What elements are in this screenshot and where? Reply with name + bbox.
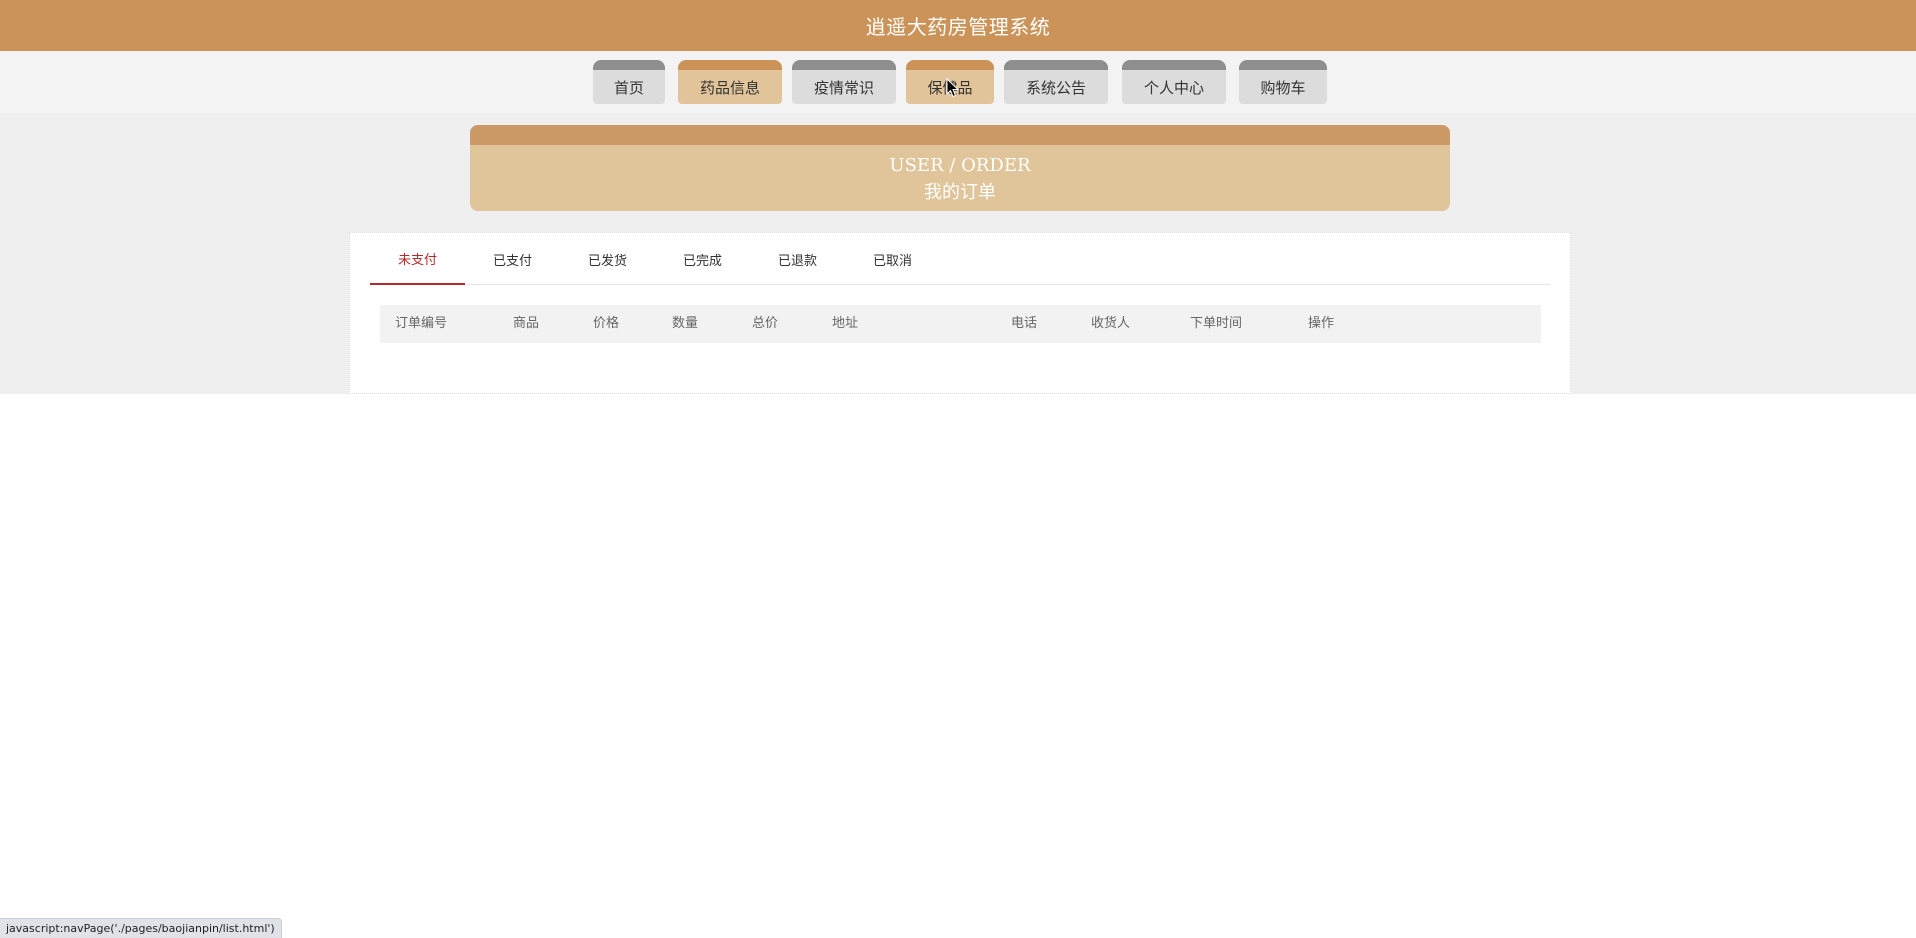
app-window: 逍遥大药房管理系统 首页 药品信息 疫情常识 保健品 系统公告 个人中心 购物车… (0, 0, 1916, 938)
column-header: 商品 (513, 316, 540, 331)
column-header: 操作 (1308, 316, 1335, 331)
column-header: 价格 (593, 316, 620, 331)
column-header: 收货人 (1091, 316, 1131, 331)
column-header: 总价 (752, 316, 779, 331)
orders-table-header: 订单编号 商品 价格 数量 总价 地址 电话 收货人 下单时间 操作 (380, 305, 1541, 343)
nav-item-home[interactable]: 首页 (593, 60, 665, 104)
tab-paid[interactable]: 已支付 (465, 233, 560, 285)
page-banner: USER / ORDER 我的订单 (470, 125, 1450, 211)
main-nav: 首页 药品信息 疫情常识 保健品 系统公告 个人中心 购物车 (0, 51, 1916, 113)
top-header: 逍遥大药房管理系统 (0, 0, 1916, 51)
nav-item-health-products[interactable]: 保健品 (906, 60, 994, 104)
nav-item-announcements[interactable]: 系统公告 (1004, 60, 1108, 104)
column-header: 电话 (1011, 316, 1038, 331)
tab-cancelled[interactable]: 已取消 (845, 233, 940, 285)
app-title: 逍遥大药房管理系统 (865, 15, 1051, 39)
orders-panel: 未支付 已支付 已发货 已完成 已退款 已取消 订单编号 商品 价格 数量 总价… (349, 232, 1571, 394)
banner-title-en: USER / ORDER (889, 155, 1031, 176)
column-header: 数量 (672, 316, 699, 331)
nav-item-medicine[interactable]: 药品信息 (678, 60, 782, 104)
tab-completed[interactable]: 已完成 (655, 233, 750, 285)
nav-item-epidemic[interactable]: 疫情常识 (792, 60, 896, 104)
order-status-tabs: 未支付 已支付 已发货 已完成 已退款 已取消 (370, 233, 1550, 285)
tab-unpaid[interactable]: 未支付 (370, 233, 465, 285)
nav-item-cart[interactable]: 购物车 (1239, 60, 1327, 104)
banner-title-zh: 我的订单 (924, 182, 996, 203)
column-header: 下单时间 (1190, 316, 1243, 331)
banner-strip (470, 125, 1450, 145)
tab-shipped[interactable]: 已发货 (560, 233, 655, 285)
column-header: 地址 (832, 316, 859, 331)
tab-refunded[interactable]: 已退款 (750, 233, 845, 285)
browser-status-bar: javascript:navPage('./pages/baojianpin/l… (0, 918, 282, 938)
nav-item-personal-center[interactable]: 个人中心 (1122, 60, 1226, 104)
column-header: 订单编号 (395, 316, 448, 331)
